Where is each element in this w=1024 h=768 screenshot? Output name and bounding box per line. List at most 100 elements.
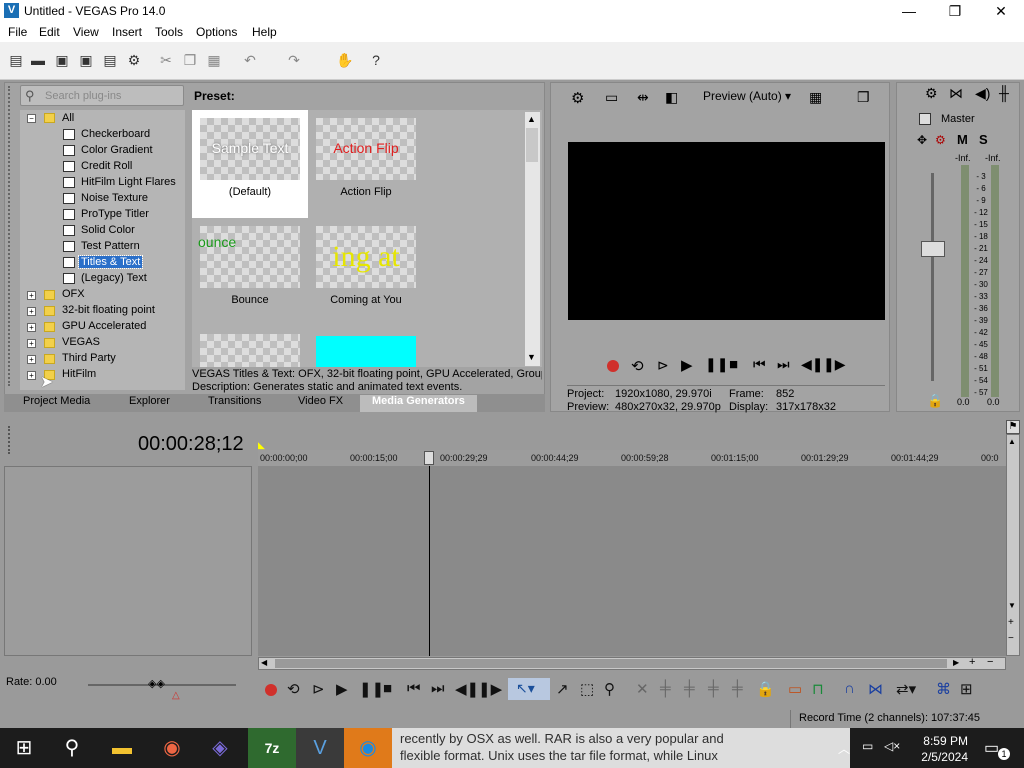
clock-date[interactable]: 2/5/2024	[916, 750, 968, 764]
app-icon[interactable]: ◈	[196, 728, 244, 768]
lock-envelopes-icon[interactable]: ⌘	[936, 680, 951, 698]
tree-item-color-gradient[interactable]: Color Gradient	[81, 144, 153, 156]
tree-item-solid-color[interactable]: Solid Color	[81, 224, 135, 236]
record-icon[interactable]	[265, 684, 277, 696]
copy-snapshot-icon[interactable]: ❐	[857, 89, 870, 106]
ignore-grouping-icon[interactable]: ⊞	[960, 680, 973, 698]
properties-gear-icon[interactable]: ⚙	[126, 52, 142, 68]
tab-transitions[interactable]: Transitions	[208, 395, 261, 407]
scroll-left-icon[interactable]: ◀	[261, 658, 267, 667]
tab-project-media[interactable]: Project Media	[23, 395, 90, 407]
record-icon[interactable]	[607, 360, 619, 372]
7zip-icon[interactable]: 7z	[248, 728, 296, 768]
paste-icon[interactable]: ▦	[206, 52, 222, 68]
clock-time[interactable]: 8:59 PM	[916, 734, 968, 748]
tree-item-titles-text[interactable]: Titles & Text	[77, 255, 144, 269]
cut-icon[interactable]: ✂	[158, 52, 174, 68]
auto-crossfade-icon[interactable]: ⋈	[868, 680, 883, 698]
play-from-start-icon[interactable]: ⊳	[657, 357, 669, 374]
show-hidden-icons-icon[interactable]: ︿	[838, 740, 850, 757]
zoom-edit-tool-icon[interactable]: ⚲	[604, 680, 615, 698]
windows-start-icon[interactable]: ⊞	[0, 728, 48, 768]
notifications-icon[interactable]: ▭	[984, 738, 999, 758]
stop-icon[interactable]: ■	[729, 356, 738, 373]
timeline-grip[interactable]	[8, 426, 12, 454]
menu-tools[interactable]: Tools	[155, 25, 183, 39]
scroll-down-icon[interactable]: ▼	[527, 352, 536, 362]
speaker-icon[interactable]: ◀)	[975, 85, 990, 102]
insert-region-icon[interactable]: ⊓	[812, 680, 824, 698]
solo-button[interactable]: S	[979, 132, 988, 147]
next-frame-icon[interactable]: ❚▶	[478, 680, 502, 698]
tree-group-hitfilm[interactable]: HitFilm	[62, 368, 96, 380]
tab-video-fx[interactable]: Video FX	[298, 395, 343, 407]
tree-item-credit-roll[interactable]: Credit Roll	[81, 160, 132, 172]
menu-options[interactable]: Options	[196, 25, 237, 39]
ripple-edit-icon[interactable]: ⇄▾	[896, 680, 916, 698]
normal-edit-tool-button[interactable]: ↖▾	[508, 678, 550, 700]
delete-icon[interactable]: ✕	[636, 680, 649, 698]
scroll-up-icon[interactable]: ▲	[1008, 437, 1016, 446]
event-tool-icon[interactable]: ✋	[336, 52, 353, 68]
tree-item-noise-texture[interactable]: Noise Texture	[81, 192, 148, 204]
go-to-end-icon[interactable]: ⏭	[777, 356, 790, 373]
tree-item-hitfilm-light-flares[interactable]: HitFilm Light Flares	[81, 176, 176, 188]
tree-group-32bit[interactable]: 32-bit floating point	[62, 304, 155, 316]
external-monitor-icon[interactable]: ▭	[605, 89, 618, 106]
envelope-edit-tool-icon[interactable]: ↗	[556, 680, 569, 698]
preset-action-flip[interactable]: Action Flip Action Flip	[308, 110, 424, 218]
new-file-icon[interactable]: ▤	[8, 52, 24, 68]
mixer-settings-icon[interactable]: ╫	[999, 85, 1009, 101]
scroll-up-icon[interactable]: ▲	[527, 114, 536, 124]
tree-item-all[interactable]: All	[62, 112, 74, 124]
insert-marker-icon[interactable]: ▭	[788, 680, 802, 698]
timeline-vertical-scrollbar[interactable]: ▲ ▼ + −	[1006, 434, 1020, 656]
rate-slider-handle-icon[interactable]: ◈◈	[148, 677, 165, 690]
playhead-handle[interactable]	[424, 451, 434, 465]
pause-icon[interactable]: ❚❚	[705, 356, 728, 373]
vegas-taskbar-icon[interactable]: V	[296, 728, 344, 768]
render-icon[interactable]: ▤	[102, 52, 118, 68]
expand-icon[interactable]: +	[27, 307, 36, 316]
snapping-magnet-icon[interactable]: ∩	[844, 680, 855, 697]
scroll-thumb[interactable]	[526, 128, 538, 162]
lock-icon[interactable]: 🔒	[927, 393, 943, 409]
preview-properties-gear-icon[interactable]: ⚙	[571, 89, 584, 107]
timeline-ruler[interactable]: 00:00:00;00 00:00:15;00 00:00:29;29 00:0…	[258, 450, 1006, 466]
close-button[interactable]: ✕	[978, 0, 1024, 22]
preview-quality-dropdown[interactable]: Preview (Auto) ▾	[703, 89, 791, 103]
zoom-out-vertical-icon[interactable]: −	[1008, 633, 1014, 644]
expand-icon[interactable]: +	[27, 323, 36, 332]
expand-icon[interactable]: +	[27, 291, 36, 300]
go-to-end-icon[interactable]: ⏭	[431, 680, 445, 697]
play-icon[interactable]: ▶	[336, 680, 348, 698]
save-as-icon[interactable]: ▣	[78, 52, 94, 68]
preset-thumbnail-cyan[interactable]	[316, 336, 416, 367]
previous-frame-icon[interactable]: ◀❚	[801, 356, 824, 373]
save-icon[interactable]: ▣	[54, 52, 70, 68]
trim-icon[interactable]: ╪	[660, 680, 671, 697]
file-explorer-icon[interactable]: ▬	[98, 728, 146, 768]
whats-this-help-icon[interactable]: ?	[368, 52, 384, 68]
lock-icon[interactable]: 🔒	[756, 680, 775, 698]
menu-insert[interactable]: Insert	[112, 25, 142, 39]
preset-default[interactable]: Sample Text (Default)	[192, 110, 308, 218]
zoom-in-icon[interactable]: +	[969, 656, 975, 668]
loop-playback-icon[interactable]: ⟲	[631, 357, 644, 375]
mute-button[interactable]: M	[957, 132, 968, 147]
bus-fx-gear-icon[interactable]: ⚙	[935, 133, 946, 147]
loop-playback-icon[interactable]: ⟲	[287, 680, 300, 698]
tree-item-legacy-text[interactable]: (Legacy) Text	[81, 272, 147, 284]
tree-item-protype-titler[interactable]: ProType Titler	[81, 208, 149, 220]
expand-icon[interactable]: +	[27, 339, 36, 348]
tree-group-ofx[interactable]: OFX	[62, 288, 85, 300]
undo-icon[interactable]: ↶	[242, 52, 258, 68]
edge-icon[interactable]: ◉	[344, 728, 392, 768]
volume-muted-icon[interactable]: ◁×	[884, 739, 900, 753]
previous-frame-icon[interactable]: ◀❚	[455, 680, 479, 698]
tab-explorer[interactable]: Explorer	[129, 395, 170, 407]
go-to-start-icon[interactable]: ⏮	[753, 356, 766, 373]
marker-bar-icon[interactable]: ⚑	[1006, 420, 1020, 434]
bus-fx-icon[interactable]: ✥	[917, 133, 927, 147]
master-fader-handle[interactable]	[921, 241, 945, 257]
